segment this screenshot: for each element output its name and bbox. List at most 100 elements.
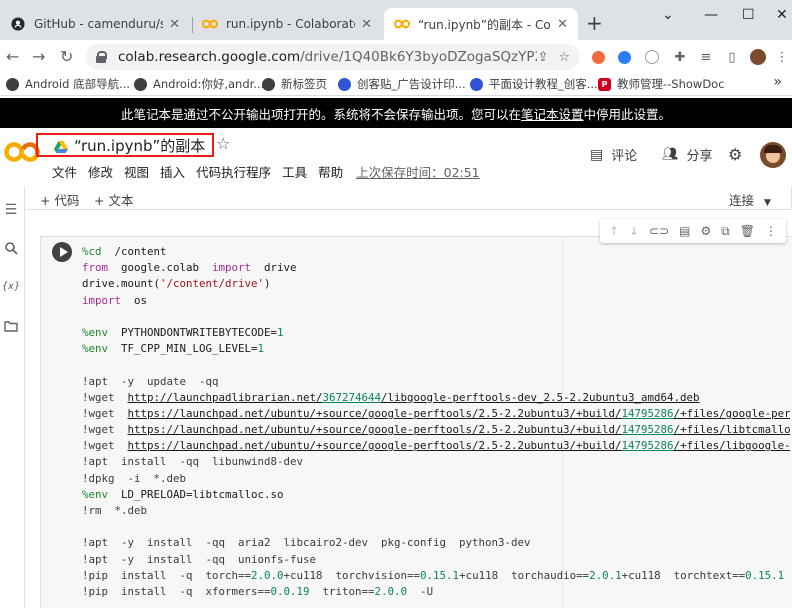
menu-help[interactable]: 帮助 bbox=[318, 162, 343, 181]
code-token: !apt install -qq libunwind8-dev bbox=[82, 455, 304, 469]
url-text: colab.research.google.com/drive/1Q40Bk6Y… bbox=[118, 49, 537, 65]
globe-icon bbox=[134, 77, 147, 91]
star-notebook-icon[interactable]: ☆ bbox=[216, 134, 230, 153]
code-line: drive.mount('/content/drive') bbox=[82, 276, 790, 292]
code-token: '/content/drive' bbox=[160, 277, 265, 291]
forward-arrow-icon[interactable]: → bbox=[32, 47, 45, 66]
close-tab-icon[interactable]: ✕ bbox=[361, 17, 372, 32]
new-tab-button[interactable]: + bbox=[586, 13, 603, 33]
colab-icon bbox=[202, 16, 218, 32]
code-token: 2.0.0 bbox=[374, 584, 408, 598]
tab-title: run.ipynb - Colaboratory bbox=[226, 17, 355, 31]
link-to-cell-icon[interactable]: ⊂⊃ bbox=[649, 224, 669, 238]
user-avatar[interactable] bbox=[760, 142, 786, 168]
code-token: /+files/libtcmalloc-minimal4_2.5-2.2ubun… bbox=[673, 423, 790, 437]
run-cell-button[interactable] bbox=[52, 242, 72, 262]
side-panel-icon[interactable]: ▯ bbox=[724, 49, 740, 65]
menu-edit[interactable]: 修改 bbox=[88, 162, 113, 181]
code-token: /+files/google-perftools_2.5-2.2ubuntu3_… bbox=[673, 406, 790, 420]
menu-file[interactable]: 文件 bbox=[52, 162, 77, 181]
files-folder-icon[interactable] bbox=[3, 318, 19, 334]
bookmark-item[interactable]: 平面设计教程_创客... bbox=[470, 76, 598, 92]
code-token: 14795286 bbox=[621, 406, 674, 420]
browser-tab-github[interactable]: GitHub - camenduru/stable ✕ bbox=[0, 8, 190, 40]
code-token: !dpkg -i *.deb bbox=[82, 471, 187, 485]
back-arrow-icon[interactable]: ← bbox=[6, 47, 19, 66]
code-token: 14795286 bbox=[621, 439, 674, 453]
extension-blue-icon[interactable] bbox=[616, 49, 632, 65]
tab-title: “run.ipynb”的副本 - Colabora bbox=[418, 17, 551, 32]
extension-shield-icon[interactable] bbox=[644, 49, 660, 65]
table-of-contents-icon[interactable]: ☰ bbox=[3, 202, 19, 218]
people-icon: 👥︎ bbox=[662, 147, 679, 162]
more-bookmarks-button[interactable]: » bbox=[773, 74, 782, 90]
code-line: %env TF_CPP_MIN_LOG_LEVEL=1 bbox=[82, 341, 790, 357]
extension-orange-icon[interactable] bbox=[590, 49, 606, 65]
close-window-button[interactable]: ✕ bbox=[776, 7, 788, 23]
minimize-button[interactable]: — bbox=[704, 7, 718, 23]
code-token: !wget bbox=[82, 439, 128, 453]
menu-runtime[interactable]: 代码执行程序 bbox=[196, 162, 271, 181]
bookmark-star-icon[interactable]: ☆ bbox=[558, 50, 570, 65]
extensions-puzzle-icon[interactable]: ✚ bbox=[672, 49, 688, 65]
notebook-settings-link[interactable]: 笔记本设置 bbox=[521, 104, 584, 123]
mirror-cell-icon[interactable]: ⧉ bbox=[721, 224, 730, 239]
bookmark-item[interactable]: 新标签页 bbox=[262, 76, 327, 92]
browser-menu-icon[interactable]: ⋮ bbox=[774, 49, 790, 65]
code-line: !wget http://launchpadlibrarian.net/3672… bbox=[82, 390, 790, 406]
search-icon[interactable] bbox=[3, 240, 19, 256]
move-cell-up-icon[interactable]: ↑ bbox=[609, 224, 619, 238]
reading-list-icon[interactable]: ≡ bbox=[698, 49, 714, 65]
caret-down-icon[interactable]: ▼ bbox=[764, 198, 771, 208]
close-tab-icon[interactable]: ✕ bbox=[557, 17, 568, 32]
comment-cell-icon[interactable]: ▤ bbox=[679, 224, 690, 238]
code-token: 2.0.1 bbox=[589, 568, 622, 582]
browser-tab-active[interactable]: “run.ipynb”的副本 - Colabora ✕ bbox=[384, 8, 578, 40]
add-text-cell-button[interactable]: + 文本 bbox=[94, 190, 133, 209]
code-token: 1 bbox=[277, 325, 284, 339]
bookmark-item[interactable]: P 教师管理--ShowDoc bbox=[598, 76, 725, 92]
cell-toolbar: ↑ ↓ ⊂⊃ ▤ ⚙ ⧉ 🗑︎ ⋮ bbox=[600, 219, 786, 243]
last-saved-status[interactable]: 上次保存时间：02:51 bbox=[356, 162, 480, 181]
code-editor[interactable]: %cd /content from google.colab import dri… bbox=[82, 244, 790, 608]
colab-icon bbox=[394, 16, 410, 32]
close-tab-icon[interactable]: ✕ bbox=[169, 17, 180, 32]
add-code-cell-button[interactable]: + 代码 bbox=[40, 190, 79, 209]
profile-avatar-icon[interactable] bbox=[750, 49, 766, 65]
output-privacy-notice: 此笔记本是通过不公开输出项打开的。系统将不会保存输出项。您可以在 笔记本设置 中停用… bbox=[0, 98, 792, 128]
code-token: https://launchpad.net/ubuntu/+source/goo… bbox=[127, 423, 622, 437]
code-token: torchdata== bbox=[784, 569, 790, 582]
address-bar[interactable]: colab.research.google.com/drive/1Q40Bk6Y… bbox=[86, 44, 580, 70]
move-cell-down-icon[interactable]: ↓ bbox=[629, 224, 639, 238]
code-token: +cu118 torchvision== bbox=[283, 568, 421, 582]
bookmark-item[interactable]: Android 底部导航... bbox=[6, 76, 130, 92]
menu-tools[interactable]: 工具 bbox=[282, 162, 307, 181]
share-button[interactable]: 👥︎ 分享 bbox=[662, 145, 713, 164]
code-line: !apt -y install -qq aria2 libcairo2-dev … bbox=[82, 535, 790, 551]
maximize-button[interactable]: ☐ bbox=[742, 7, 755, 23]
cell-settings-gear-icon[interactable]: ⚙ bbox=[700, 224, 711, 238]
notebook-title[interactable]: “run.ipynb”的副本 bbox=[36, 133, 214, 157]
menu-insert[interactable]: 插入 bbox=[160, 162, 185, 181]
code-token: !wget bbox=[82, 406, 128, 420]
code-token: 2.0.0 bbox=[251, 568, 284, 582]
reload-icon[interactable]: ↻ bbox=[60, 47, 73, 66]
delete-cell-icon[interactable]: 🗑︎ bbox=[740, 224, 755, 238]
settings-gear-icon[interactable]: ⚙ bbox=[728, 145, 742, 164]
browser-tab-colab[interactable]: run.ipynb - Colaboratory ✕ bbox=[192, 8, 382, 40]
comment-button[interactable]: ▤ 评论 bbox=[590, 145, 637, 165]
more-actions-icon[interactable]: ⋮ bbox=[765, 224, 777, 238]
browser-toolbar: ← → ↻ colab.research.google.com/drive/1Q… bbox=[0, 40, 792, 74]
menu-view[interactable]: 视图 bbox=[124, 162, 149, 181]
tab-search-icon[interactable]: ⌄ bbox=[662, 7, 674, 23]
bookmark-item[interactable]: Android:你好,andr... bbox=[134, 76, 264, 92]
code-token: !apt -y install -qq unionfs-fuse bbox=[82, 552, 317, 566]
code-token: 0.0.19 bbox=[270, 584, 310, 598]
bookmark-item[interactable]: 创客贴_广告设计印... bbox=[338, 76, 466, 92]
code-token: 14795286 bbox=[621, 423, 674, 437]
variables-icon[interactable]: {x} bbox=[2, 278, 21, 294]
share-page-icon[interactable]: ⇪ bbox=[537, 50, 548, 65]
colab-logo[interactable] bbox=[4, 140, 40, 164]
code-line: import os bbox=[82, 293, 790, 309]
connect-runtime-button[interactable]: 连接 ▼ bbox=[729, 190, 771, 209]
